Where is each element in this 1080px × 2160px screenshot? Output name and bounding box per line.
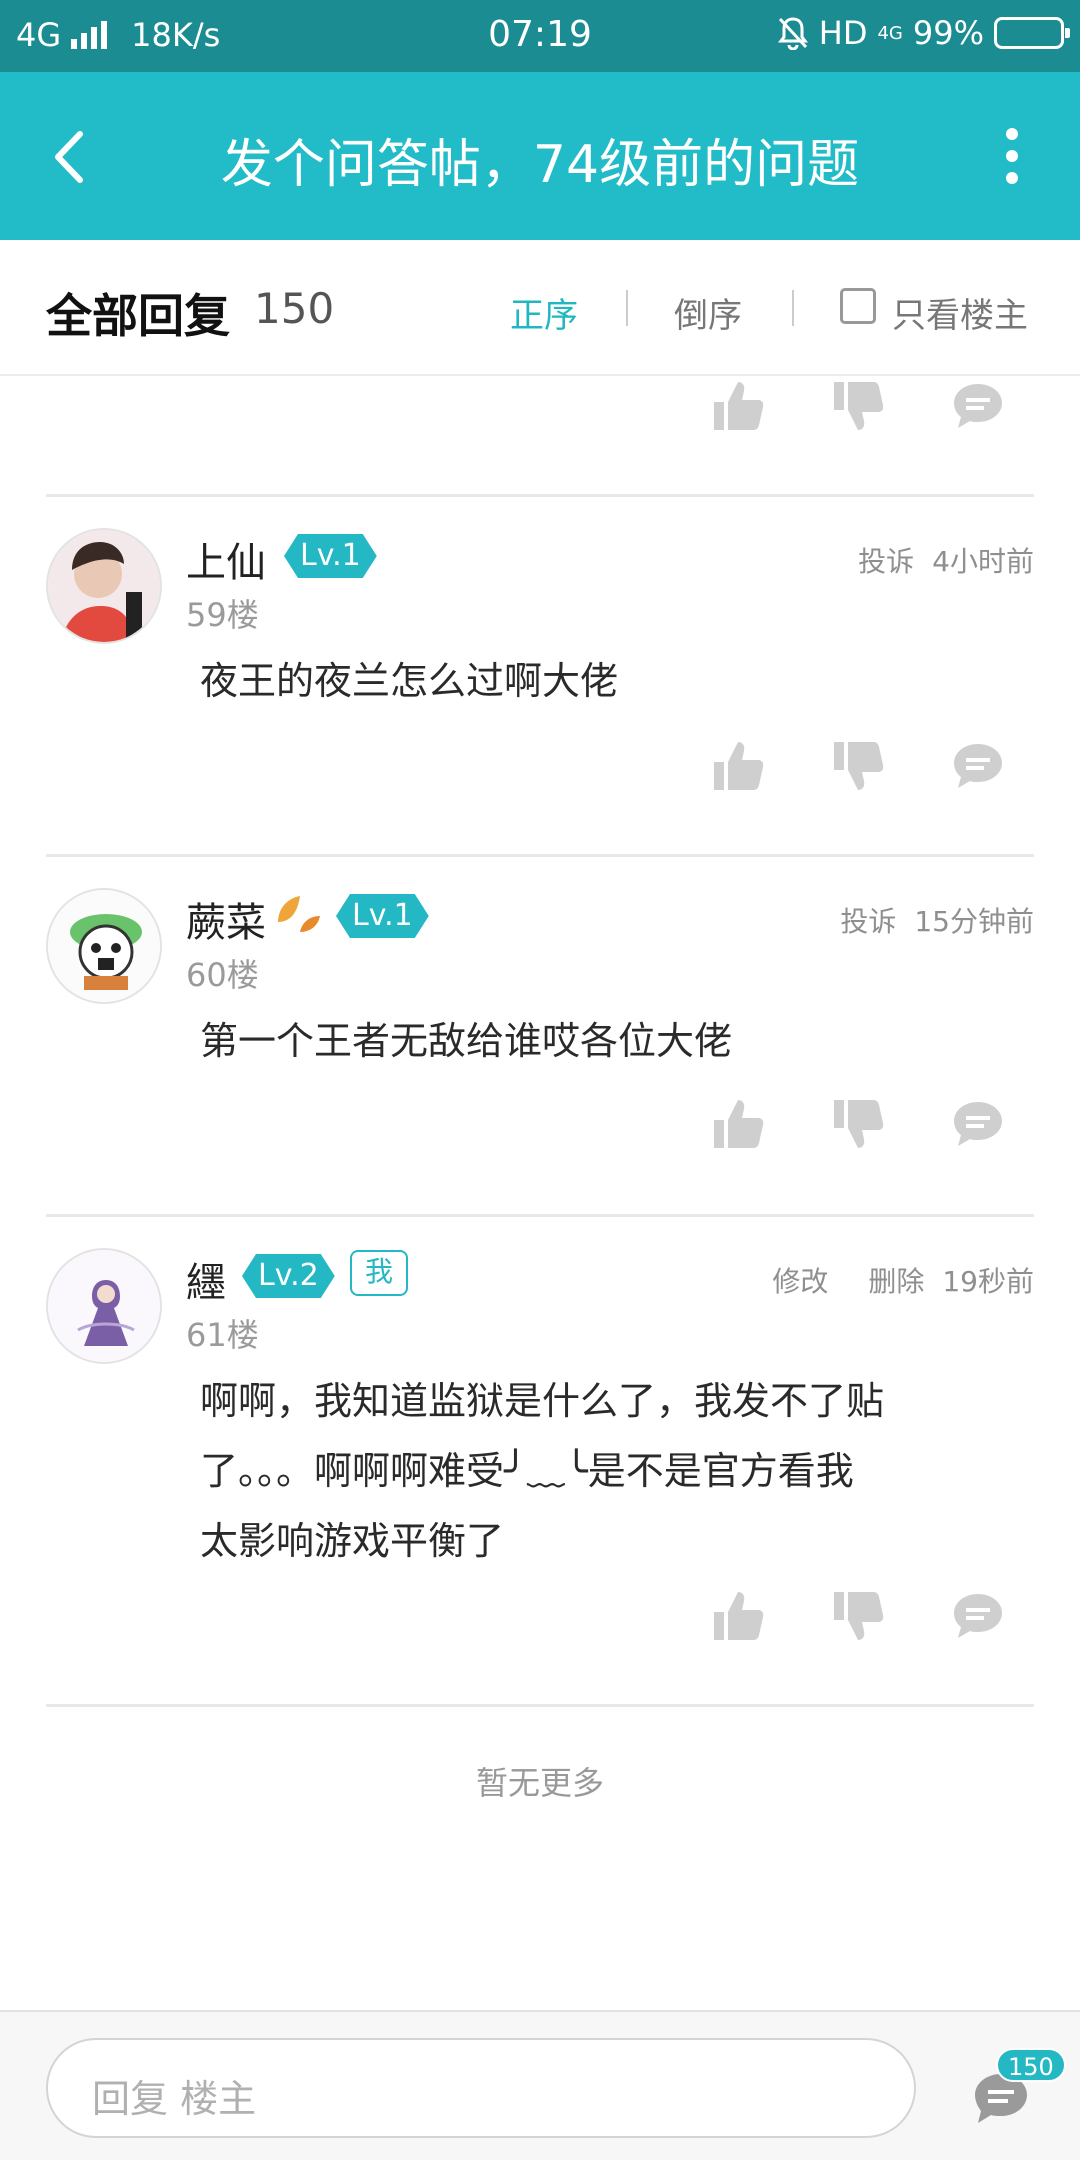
reply-count: 150: [254, 284, 335, 333]
leaf-badge-icon: [278, 896, 320, 932]
comment-icon[interactable]: [950, 378, 1006, 434]
status-right: HD 4G 99%: [777, 14, 1070, 52]
post-meta: 投诉 15分钟前: [840, 900, 1034, 940]
more-vertical-icon[interactable]: [1004, 128, 1020, 184]
post-meta: 投诉 4小时前: [858, 540, 1034, 580]
content-line: 了。。。啊啊啊难受╯﹏╰是不是官方看我: [200, 1449, 854, 1493]
comment-icon[interactable]: [950, 738, 1006, 794]
floor-number: 61楼: [186, 1316, 259, 1354]
network-type-secondary: 4G: [877, 22, 903, 44]
floor-number: 59楼: [186, 596, 259, 634]
bell-off-icon: [777, 17, 808, 50]
user-avatar-image: [48, 1250, 160, 1362]
sort-ascending-tab[interactable]: 正序: [510, 288, 578, 337]
thumbs-down-icon[interactable]: [830, 738, 886, 794]
floor-number: 60楼: [186, 956, 259, 994]
owner-only-checkbox[interactable]: [840, 288, 876, 324]
post-actions: [710, 378, 1010, 438]
content-line: 啊啊，我知道监狱是什么了，我发不了贴: [200, 1379, 885, 1423]
comment-count-badge: 150: [996, 2048, 1066, 2082]
avatar[interactable]: [46, 888, 162, 1004]
thumbs-down-icon[interactable]: [830, 1588, 886, 1644]
content-line: 太影响游戏平衡了: [200, 1519, 505, 1563]
thumbs-down-icon[interactable]: [830, 1096, 886, 1152]
username[interactable]: 纆: [186, 1250, 226, 1308]
thumbs-down-icon[interactable]: [830, 378, 886, 434]
reply-input[interactable]: 回复 楼主: [46, 2038, 916, 2138]
divider: [46, 1704, 1034, 1707]
user-avatar-image: [48, 890, 160, 1002]
delete-link[interactable]: 删除: [868, 1265, 924, 1298]
bottom-reply-bar: 回复 楼主 150: [0, 2010, 1080, 2160]
level-badge: Lv.1: [336, 894, 429, 938]
all-replies-label: 全部回复: [46, 289, 230, 343]
divider: [626, 290, 628, 326]
username[interactable]: 上仙: [186, 530, 266, 588]
divider: [792, 290, 794, 326]
report-link[interactable]: 投诉: [840, 905, 896, 938]
thumbs-up-icon[interactable]: [710, 1588, 766, 1644]
post-content: 夜王的夜兰怎么过啊大佬: [200, 659, 619, 703]
divider: [46, 1214, 1034, 1217]
page-title: 发个问答帖，74级前的问题: [220, 135, 860, 195]
level-badge: Lv.2: [242, 1254, 335, 1298]
divider: [46, 854, 1034, 857]
post-time: 4小时前: [932, 545, 1034, 578]
user-avatar-image: [48, 530, 160, 642]
owner-only-label[interactable]: 只看楼主: [892, 288, 1028, 337]
divider: [46, 494, 1034, 497]
post-actions: [710, 1096, 1010, 1156]
thumbs-up-icon[interactable]: [710, 1096, 766, 1152]
level-badge: Lv.1: [284, 534, 377, 578]
username[interactable]: 蕨菜: [186, 890, 266, 948]
post-actions: [710, 1588, 1010, 1648]
edit-link[interactable]: 修改: [772, 1265, 828, 1298]
thumbs-up-icon[interactable]: [710, 378, 766, 434]
report-link[interactable]: 投诉: [858, 545, 914, 578]
avatar[interactable]: [46, 528, 162, 644]
post-meta: 修改 删除 19秒前: [772, 1260, 1034, 1300]
comment-icon[interactable]: [950, 1096, 1006, 1152]
sort-bar: 全部回复 150 正序 倒序 只看楼主: [0, 240, 1080, 376]
app-header: 发个问答帖，74级前的问题: [0, 72, 1080, 240]
hd-indicator: HD: [818, 14, 868, 52]
battery-icon: [994, 17, 1070, 49]
battery-percent: 99%: [912, 14, 984, 52]
post-actions: [710, 738, 1010, 798]
post-content: 第一个王者无敌给谁哎各位大佬: [200, 1019, 733, 1063]
post-time: 15分钟前: [914, 905, 1034, 938]
post-time: 19秒前: [942, 1265, 1034, 1298]
no-more-label: 暂无更多: [475, 1764, 604, 1802]
comment-icon[interactable]: [950, 1588, 1006, 1644]
avatar[interactable]: [46, 1248, 162, 1364]
post-content: 啊啊，我知道监狱是什么了，我发不了贴 了。。。啊啊啊难受╯﹏╰是不是官方看我 太…: [200, 1366, 1020, 1576]
thumbs-up-icon[interactable]: [710, 738, 766, 794]
sort-descending-tab[interactable]: 倒序: [674, 288, 742, 337]
me-tag: 我: [350, 1250, 408, 1296]
status-bar: 4G 18K/s 07:19 HD 4G 99%: [0, 0, 1080, 72]
